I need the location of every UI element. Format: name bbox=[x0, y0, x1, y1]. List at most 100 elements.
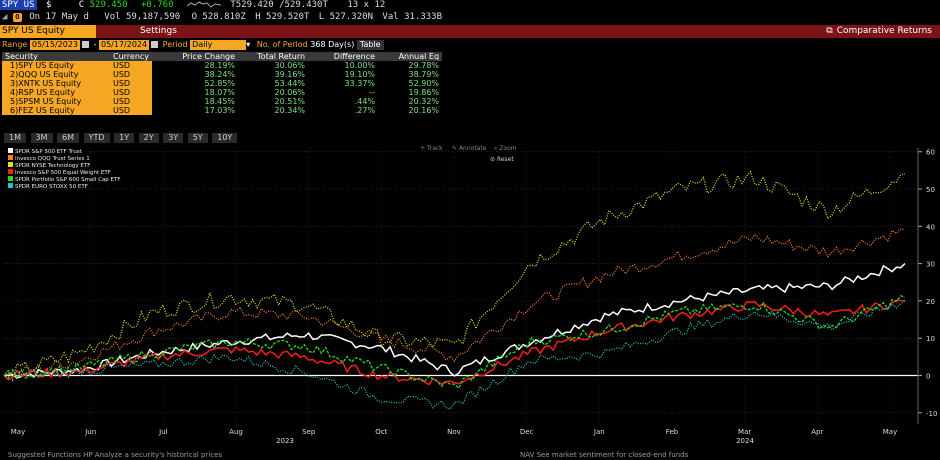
calendar-icon[interactable] bbox=[151, 41, 159, 48]
annual-eq-cell: 20.32% bbox=[408, 97, 440, 106]
y-tick-label: 30 bbox=[926, 261, 935, 269]
row-index: 4) bbox=[10, 88, 19, 97]
annual-eq-cell: 52.90% bbox=[408, 79, 440, 88]
comparative-returns-label: Comparative Returns bbox=[836, 26, 932, 36]
table-row[interactable]: 6)FEZ US Equity USD 17.03% 20.34% .27% 2… bbox=[2, 106, 442, 115]
security-cell[interactable]: 6)FEZ US Equity bbox=[2, 106, 110, 115]
period-3y-button[interactable]: 3Y bbox=[163, 133, 184, 143]
col-security[interactable]: Security bbox=[2, 52, 110, 61]
currency-cell[interactable]: USD bbox=[110, 97, 153, 106]
currency-cell[interactable]: USD bbox=[110, 106, 153, 115]
col-currency[interactable]: Currency bbox=[110, 52, 153, 61]
x-tick-label: Apr bbox=[811, 428, 823, 436]
series-line[interactable] bbox=[3, 170, 906, 382]
period-10y-button[interactable]: 10Y bbox=[212, 133, 238, 143]
col-annual-eq[interactable]: Annual Eq bbox=[378, 52, 443, 61]
arrow-icon: ◢ bbox=[2, 12, 8, 22]
x-tick-label: Feb bbox=[666, 428, 679, 436]
price-change-cell: 28.19% bbox=[204, 61, 236, 70]
difference-cell: .44% bbox=[354, 97, 376, 106]
legend-entry[interactable]: SPDR NYSE Technology ETF bbox=[15, 163, 90, 169]
period-1m-button[interactable]: 1M bbox=[4, 133, 26, 143]
crosshair-icon: + bbox=[420, 145, 427, 152]
y-tick-label: 50 bbox=[926, 186, 935, 194]
security-cell[interactable]: 3)XNTK US Equity bbox=[2, 79, 110, 88]
annual-eq-cell: 29.78% bbox=[408, 61, 440, 70]
last-label: C bbox=[78, 0, 85, 10]
low: L 527.320N bbox=[318, 12, 373, 22]
ticker-symbol[interactable]: SPY US bbox=[0, 0, 37, 10]
col-difference[interactable]: Difference bbox=[308, 52, 379, 61]
x-tick-label: May bbox=[11, 428, 25, 436]
period-5y-button[interactable]: 5Y bbox=[187, 133, 208, 143]
suggested-functions[interactable]: Suggested Functions HP Analyze a securit… bbox=[8, 451, 222, 459]
currency-cell[interactable]: USD bbox=[110, 79, 153, 88]
security-cell[interactable]: 2)QQQ US Equity bbox=[2, 70, 110, 79]
legend-entry[interactable]: SPDR Portfolio S&P 600 Small Cap ETF bbox=[15, 177, 121, 183]
calendar-icon[interactable] bbox=[82, 41, 90, 48]
total-return-cell: 20.34% bbox=[274, 106, 306, 115]
ticker-row-2: ◢ O On 17 May d Vol 59,187,590 O 528.810… bbox=[0, 12, 940, 24]
table-row[interactable]: 2)QQQ US Equity USD 38.24% 39.16% 19.10%… bbox=[2, 70, 442, 79]
table-row[interactable]: 1)SPY US Equity USD 28.19% 30.06% 10.00%… bbox=[2, 61, 442, 70]
security-title[interactable]: SPY US Equity bbox=[0, 25, 96, 38]
start-date-input[interactable]: 05/15/2023 bbox=[29, 40, 81, 50]
legend-entry[interactable]: Invesco QQQ Trust Series 1 bbox=[15, 156, 90, 162]
row-index: 6) bbox=[10, 106, 19, 115]
nav-suggestion[interactable]: NAV See market sentiment for closed-end … bbox=[520, 451, 688, 459]
currency-cell[interactable]: USD bbox=[110, 61, 153, 70]
currency-cell[interactable]: USD bbox=[110, 70, 153, 79]
annual-eq-cell: 20.16% bbox=[408, 106, 440, 115]
end-date-input[interactable]: 05/17/2024 bbox=[99, 40, 150, 50]
track-tool[interactable]: + Track bbox=[420, 145, 443, 152]
period-label: Period bbox=[162, 40, 188, 49]
total-return-cell: 20.06% bbox=[274, 88, 306, 97]
external-link-icon[interactable]: ⧉ bbox=[826, 26, 832, 36]
y-tick-label: 60 bbox=[926, 149, 935, 157]
period-1y-button[interactable]: 1Y bbox=[114, 133, 135, 143]
difference-cell: 10.00% bbox=[344, 61, 376, 70]
reset-button[interactable]: ⊘ Reset bbox=[490, 156, 514, 163]
row-index: 3) bbox=[10, 79, 19, 88]
returns-table: Security Currency Price Change Total Ret… bbox=[2, 52, 443, 115]
table-row[interactable]: 4)RSP US Equity USD 18.07% 20.06% -- 19.… bbox=[2, 88, 442, 97]
difference-cell: 19.10% bbox=[344, 70, 376, 79]
track-label: Track bbox=[426, 145, 443, 152]
news-icon[interactable]: O bbox=[12, 13, 22, 22]
security-cell[interactable]: 4)RSP US Equity bbox=[2, 88, 110, 97]
col-total-return[interactable]: Total Return bbox=[238, 52, 309, 61]
x-tick-label: Mar bbox=[738, 428, 751, 436]
title-bar: SPY US Equity Settings ⧉ Comparative Retu… bbox=[0, 25, 940, 38]
period-2y-button[interactable]: 2Y bbox=[138, 133, 159, 143]
difference-cell: 33.37% bbox=[344, 79, 376, 88]
table-button[interactable]: Table bbox=[356, 40, 384, 50]
comparative-returns-header: ⧉ Comparative Returns bbox=[826, 25, 932, 38]
legend-entry[interactable]: SPDR S&P 500 ETF Trust bbox=[15, 149, 83, 155]
period-ytd-button[interactable]: YTD bbox=[83, 133, 110, 143]
zoom-label: Zoom bbox=[499, 145, 516, 152]
security-cell[interactable]: 1)SPY US Equity bbox=[2, 61, 110, 70]
legend-entry[interactable]: SPDR EURO STOXX 50 ETF bbox=[15, 184, 88, 190]
last-price: 529.450 bbox=[89, 0, 128, 10]
period-6m-button[interactable]: 6M bbox=[57, 133, 80, 143]
col-price-change[interactable]: Price Change bbox=[152, 52, 239, 61]
price-change-cell: 38.24% bbox=[204, 70, 236, 79]
zoom-tool[interactable]: ⌕ Zoom bbox=[494, 145, 517, 152]
table-row[interactable]: 5)SPSM US Equity USD 18.45% 20.51% .44% … bbox=[2, 97, 442, 106]
high: H 529.520T bbox=[255, 12, 310, 22]
period-select[interactable]: Daily bbox=[190, 40, 247, 50]
chart-legend: SPDR S&P 500 ETF TrustInvesco QQQ Trust … bbox=[8, 148, 121, 190]
security-cell[interactable]: 5)SPSM US Equity bbox=[2, 97, 110, 106]
table-row[interactable]: 3)XNTK US Equity USD 52.85% 53.44% 33.37… bbox=[2, 79, 442, 88]
period-3m-button[interactable]: 3M bbox=[30, 133, 53, 143]
period-buttons: 1M 3M 6M YTD 1Y 2Y 3Y 5Y 10Y bbox=[0, 133, 940, 144]
chevron-down-icon[interactable]: ▾ bbox=[246, 40, 250, 49]
currency-sign: $ bbox=[45, 0, 52, 10]
settings-tab[interactable]: Settings bbox=[140, 25, 177, 38]
chart-svg[interactable]: 60 50 40 30 20 10 0 -10 May Jun Jul Aug Sep Oct Nov De… bbox=[0, 144, 940, 450]
security-name: QQQ US Equity bbox=[18, 70, 79, 79]
annotate-tool[interactable]: ✎ Annotate bbox=[452, 145, 487, 152]
currency-cell[interactable]: USD bbox=[110, 88, 153, 97]
legend-entry[interactable]: Invesco S&P 500 Equal Weight ETF bbox=[15, 170, 111, 176]
reset-label: Reset bbox=[497, 156, 514, 163]
